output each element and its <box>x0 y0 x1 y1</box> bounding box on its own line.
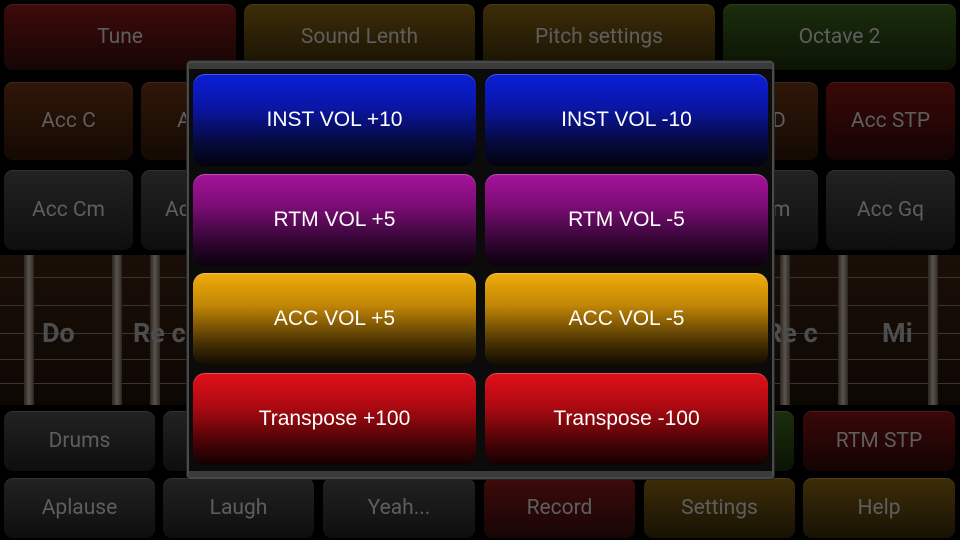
yeah-label: Yeah... <box>367 496 431 520</box>
octave-label: Octave 2 <box>798 25 881 49</box>
acc-c-label: Acc C <box>41 109 96 133</box>
settings-button[interactable]: Settings <box>644 478 795 538</box>
acc-cm-button[interactable]: Acc Cm <box>4 170 133 250</box>
tune-label: Tune <box>97 25 143 49</box>
laugh-label: Laugh <box>209 496 268 520</box>
aplause-button[interactable]: Aplause <box>4 478 155 538</box>
dialog-bottom-bar <box>189 471 772 477</box>
fret-bar <box>928 255 938 405</box>
fret-bar <box>838 255 848 405</box>
fret-bar <box>24 255 34 405</box>
note-mi[interactable]: Mi <box>882 317 913 349</box>
laugh-button[interactable]: Laugh <box>163 478 314 538</box>
fret-bar <box>112 255 122 405</box>
acc-c-button[interactable]: Acc C <box>4 82 133 160</box>
acc-stp-button[interactable]: Acc STP <box>826 82 955 160</box>
transpose-down-button[interactable]: Transpose -100 <box>485 373 768 465</box>
rtm-vol-down-label: RTM VOL -5 <box>568 208 685 231</box>
record-button[interactable]: Record <box>484 478 635 538</box>
sound-length-label: Sound Lenth <box>300 25 419 49</box>
settings-label: Settings <box>681 496 758 520</box>
rtm-vol-up-button[interactable]: RTM VOL +5 <box>193 174 476 266</box>
acc-stp-label: Acc STP <box>850 109 931 133</box>
acc-row3-label-2: Ac <box>165 198 190 222</box>
acc-row3-label-right: m <box>772 198 791 222</box>
acc-gq-button[interactable]: Acc Gq <box>826 170 955 250</box>
acc-vol-down-button[interactable]: ACC VOL -5 <box>485 273 768 365</box>
volume-dialog: INST VOL +10 INST VOL -10 RTM VOL +5 RTM… <box>187 61 774 479</box>
transpose-down-label: Transpose -100 <box>553 407 700 430</box>
inst-vol-up-button[interactable]: INST VOL +10 <box>193 74 476 166</box>
inst-vol-down-button[interactable]: INST VOL -10 <box>485 74 768 166</box>
rtm-stp-button[interactable]: RTM STP <box>803 411 955 471</box>
acc-vol-up-button[interactable]: ACC VOL +5 <box>193 273 476 365</box>
pitch-settings-label: Pitch settings <box>534 25 664 49</box>
inst-vol-down-label: INST VOL -10 <box>561 108 692 131</box>
dialog-top-bar <box>189 63 772 69</box>
rtm-vol-down-button[interactable]: RTM VOL -5 <box>485 174 768 266</box>
aplause-label: Aplause <box>41 496 118 520</box>
acc-gq-label: Acc Gq <box>856 198 925 222</box>
acc-cm-label: Acc Cm <box>32 198 105 222</box>
acc-vol-up-label: ACC VOL +5 <box>273 307 396 330</box>
transpose-up-button[interactable]: Transpose +100 <box>193 373 476 465</box>
help-label: Help <box>857 496 901 520</box>
drums-label: Drums <box>48 429 111 453</box>
acc-vol-down-label: ACC VOL -5 <box>568 307 685 330</box>
transpose-up-label: Transpose +100 <box>258 407 411 430</box>
help-button[interactable]: Help <box>803 478 955 538</box>
yeah-button[interactable]: Yeah... <box>323 478 475 538</box>
acc-row2-label-right: D <box>772 109 786 133</box>
inst-vol-up-label: INST VOL +10 <box>266 108 403 131</box>
record-label: Record <box>526 496 593 520</box>
rtm-stp-label: RTM STP <box>835 429 923 453</box>
note-do[interactable]: Do <box>42 317 75 349</box>
note-re-left[interactable]: Re c <box>133 317 186 349</box>
drums-button[interactable]: Drums <box>4 411 155 471</box>
rtm-vol-up-label: RTM VOL +5 <box>273 208 396 231</box>
